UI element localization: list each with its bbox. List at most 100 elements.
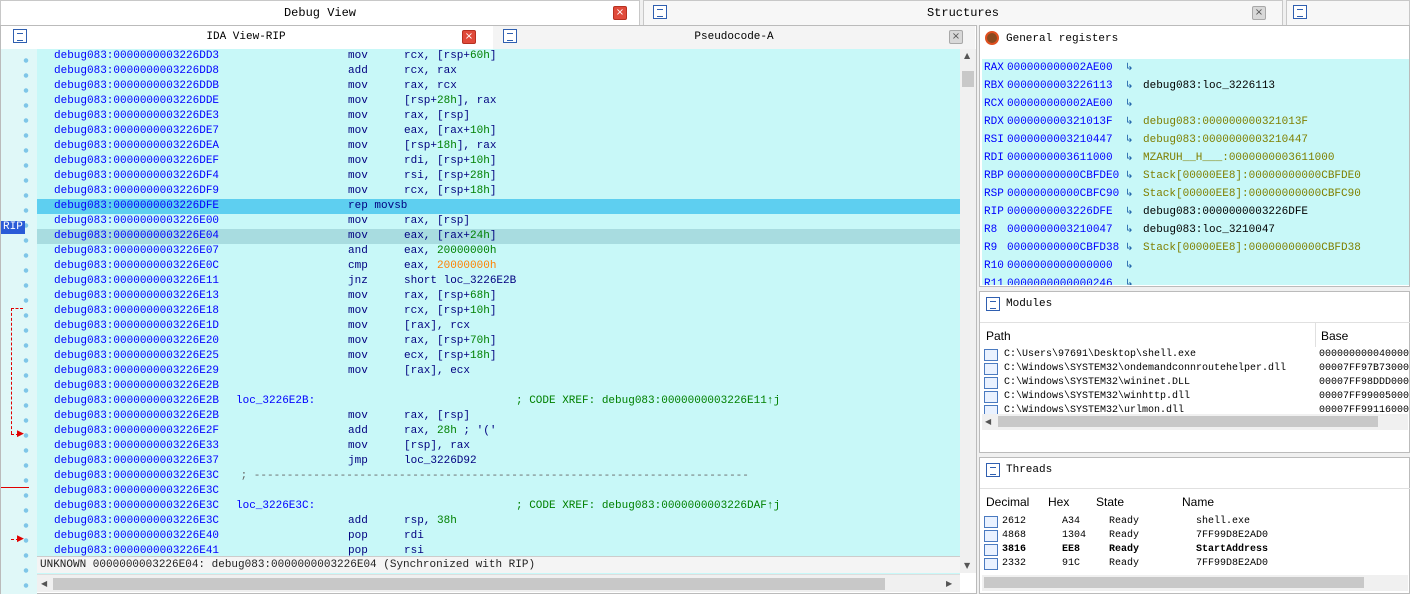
column-header-hex[interactable]: Hex — [1048, 495, 1069, 509]
scroll-left-icon[interactable]: ◀ — [41, 579, 47, 588]
listing-row[interactable]: debug083:0000000003226DF4 mov rsi, [rsp+28… — [37, 169, 960, 184]
listing-row[interactable]: debug083:0000000003226DFE rep movsb — [37, 199, 960, 214]
listing-row[interactable]: debug083:0000000003226DD8 add rcx, rax — [37, 64, 960, 79]
jump-arrow-icon[interactable]: ↳ — [1125, 239, 1133, 257]
scroll-left-icon[interactable]: ◀ — [985, 417, 991, 426]
jump-arrow-icon[interactable]: ↳ — [1125, 221, 1133, 239]
jump-arrow-icon[interactable]: ↳ — [1125, 131, 1133, 149]
horizontal-scrollbar[interactable] — [982, 575, 1408, 591]
listing-row[interactable]: debug083:0000000003226E2F add rax, 28h ; '… — [37, 424, 960, 439]
jump-arrow-icon[interactable]: ↳ — [1125, 275, 1133, 285]
column-header-decimal[interactable]: Decimal — [986, 495, 1029, 509]
thread-row[interactable]: 2332 91C Ready 7FF99D8E2AD0 — [980, 557, 1410, 571]
listing-row[interactable]: debug083:0000000003226E2B loc_3226E2B: ; C… — [37, 394, 960, 409]
register-list[interactable]: RAX 000000000002AE00 ↳ RBX 0000000003226113 ↳… — [982, 59, 1409, 285]
listing-row[interactable]: debug083:0000000003226DE3 mov rax, [rsp] — [37, 109, 960, 124]
jump-arrow-icon[interactable]: ↳ — [1125, 185, 1133, 203]
listing-row[interactable]: debug083:0000000003226E3C loc_3226E3C: ; C… — [37, 499, 960, 514]
close-icon[interactable]: × — [949, 30, 963, 44]
close-icon[interactable]: × — [613, 6, 627, 20]
module-row[interactable]: C:\Users\97691\Desktop\shell.exe 00000000… — [980, 348, 1410, 362]
register-value[interactable]: 00000000000CBFD38 — [1007, 239, 1119, 257]
register-value[interactable]: 00000000000CBFC90 — [1007, 185, 1119, 203]
listing-row[interactable]: debug083:0000000003226E37 jmp loc_3226D92 — [37, 454, 960, 469]
listing-row[interactable]: debug083:0000000003226E33 mov [rsp], rax — [37, 439, 960, 454]
listing-row[interactable]: debug083:0000000003226E13 mov rax, [rsp+68… — [37, 289, 960, 304]
listing-row[interactable]: debug083:0000000003226DDB mov rax, rcx — [37, 79, 960, 94]
scroll-down-icon[interactable]: ▼ — [964, 561, 970, 570]
listing-row[interactable]: debug083:0000000003226E1D mov [rax], rcx — [37, 319, 960, 334]
column-header-base[interactable]: Base — [1321, 329, 1348, 343]
register-value[interactable]: 0000000003226113 — [1007, 77, 1113, 95]
register-value[interactable]: 0000000003611000 — [1007, 149, 1113, 167]
jump-arrow-icon[interactable]: ↳ — [1125, 149, 1133, 167]
listing-row[interactable]: debug083:0000000003226E2B — [37, 379, 960, 394]
register-value[interactable]: 00000000000CBFDE0 — [1007, 167, 1119, 185]
scroll-thumb[interactable] — [998, 416, 1378, 427]
scroll-thumb[interactable] — [962, 71, 974, 87]
register-value[interactable]: 0000000000000000 — [1007, 257, 1113, 275]
column-header-path[interactable]: Path — [986, 329, 1011, 343]
disassembly-listing[interactable]: debug083:0000000003226DD3 mov rcx, [rsp+60… — [37, 49, 960, 579]
scroll-thumb[interactable] — [53, 578, 885, 590]
listing-row[interactable]: debug083:0000000003226E29 mov [rax], ecx — [37, 364, 960, 379]
tab-ida-view-rip[interactable]: IDA View-RIP × — [1, 26, 491, 49]
jump-arrow-icon[interactable]: ↳ — [1125, 95, 1133, 113]
threads-list[interactable]: 2612 A34 Ready shell.exe 4868 1304 Ready 7FF99D… — [980, 515, 1410, 573]
listing-row[interactable]: debug083:0000000003226E0C cmp eax, 2000000… — [37, 259, 960, 274]
jump-arrow-icon[interactable]: ↳ — [1125, 77, 1133, 95]
tab-extra[interactable] — [1286, 0, 1410, 25]
thread-row[interactable]: 2612 A34 Ready shell.exe — [980, 515, 1410, 529]
listing-row[interactable]: debug083:0000000003226E18 mov rcx, [rsp+10… — [37, 304, 960, 319]
listing-row[interactable]: debug083:0000000003226E20 mov rax, [rsp+70… — [37, 334, 960, 349]
column-header-name[interactable]: Name — [1182, 495, 1214, 509]
listing-row[interactable]: debug083:0000000003226DD3 mov rcx, [rsp+60… — [37, 49, 960, 64]
listing-row[interactable]: debug083:0000000003226E40 pop rdi — [37, 529, 960, 544]
horizontal-scrollbar[interactable]: ◀ — [982, 414, 1408, 430]
listing-row[interactable]: debug083:0000000003226DDE mov [rsp+28h], r… — [37, 94, 960, 109]
listing-row[interactable]: debug083:0000000003226E3C add rsp, 38h — [37, 514, 960, 529]
breakpoint-dots[interactable] — [23, 53, 29, 593]
module-row[interactable]: C:\Windows\SYSTEM32\wininet.DLL 00007FF98… — [980, 376, 1410, 390]
register-value[interactable]: 0000000000000246 — [1007, 275, 1113, 285]
listing-row[interactable]: debug083:0000000003226DE7 mov eax, [rax+10… — [37, 124, 960, 139]
vertical-scrollbar[interactable]: ▲ ▼ — [960, 49, 976, 573]
register-value[interactable]: 0000000003210047 — [1007, 221, 1113, 239]
listing-row[interactable]: debug083:0000000003226DF9 mov rcx, [rsp+18… — [37, 184, 960, 199]
listing-row[interactable]: debug083:0000000003226E3C ; ------------… — [37, 469, 960, 484]
module-row[interactable]: C:\Windows\SYSTEM32\winhttp.dll 00007FF99… — [980, 390, 1410, 404]
thread-row[interactable]: 4868 1304 Ready 7FF99D8E2AD0 — [980, 529, 1410, 543]
tab-debug-view[interactable]: Debug View × — [0, 0, 640, 25]
scroll-up-icon[interactable]: ▲ — [964, 51, 970, 60]
register-value[interactable]: 000000000321013F — [1007, 113, 1113, 131]
listing-row[interactable]: debug083:0000000003226E00 mov rax, [rsp] — [37, 214, 960, 229]
listing-row[interactable]: debug083:0000000003226DEF mov rdi, [rsp+10… — [37, 154, 960, 169]
column-header-state[interactable]: State — [1096, 495, 1124, 509]
module-row[interactable]: C:\Windows\SYSTEM32\ondemandconnroutehel… — [980, 362, 1410, 376]
jump-arrow-icon[interactable]: ↳ — [1125, 203, 1133, 221]
listing-row[interactable]: debug083:0000000003226E25 mov ecx, [rsp+18… — [37, 349, 960, 364]
jump-arrow-icon[interactable]: ↳ — [1125, 113, 1133, 131]
horizontal-scrollbar[interactable]: ◀ ▶ — [37, 574, 960, 592]
jump-arrow-icon[interactable]: ↳ — [1125, 167, 1133, 185]
scroll-thumb[interactable] — [984, 577, 1364, 588]
register-value[interactable]: 000000000002AE00 — [1007, 95, 1113, 113]
listing-row[interactable]: debug083:0000000003226E04 mov eax, [rax+24… — [37, 229, 960, 244]
scroll-right-icon[interactable]: ▶ — [946, 579, 952, 588]
close-icon[interactable]: × — [462, 30, 476, 44]
register-value[interactable]: 0000000003210447 — [1007, 131, 1113, 149]
modules-list[interactable]: C:\Users\97691\Desktop\shell.exe 00000000… — [980, 348, 1410, 414]
listing-row[interactable]: debug083:0000000003226E11 jnz short loc_32… — [37, 274, 960, 289]
close-icon[interactable]: × — [1252, 6, 1266, 20]
thread-row[interactable]: 3816 EE8 Ready StartAddress — [980, 543, 1410, 557]
listing-row[interactable]: debug083:0000000003226E3C — [37, 484, 960, 499]
tab-structures[interactable]: Structures × — [643, 0, 1283, 25]
register-value[interactable]: 000000000002AE00 — [1007, 59, 1113, 77]
tab-pseudocode-a[interactable]: Pseudocode-A × — [493, 26, 975, 49]
jump-arrow-icon[interactable]: ↳ — [1125, 59, 1133, 77]
register-value[interactable]: 0000000003226DFE — [1007, 203, 1113, 221]
jump-arrow-icon[interactable]: ↳ — [1125, 257, 1133, 275]
listing-row[interactable]: debug083:0000000003226E07 and eax, 2000000… — [37, 244, 960, 259]
listing-row[interactable]: debug083:0000000003226DEA mov [rsp+18h], r… — [37, 139, 960, 154]
listing-row[interactable]: debug083:0000000003226E2B mov rax, [rsp] — [37, 409, 960, 424]
